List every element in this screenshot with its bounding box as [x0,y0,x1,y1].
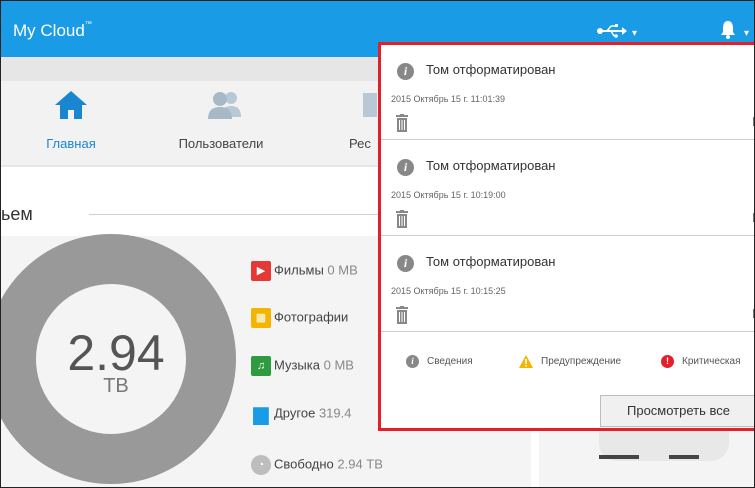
app-logo[interactable]: My Cloud™ [13,21,92,41]
view-all-button[interactable]: Просмотреть все [600,395,754,427]
music-icon: ♫ [251,356,271,376]
notification-item[interactable]: i Том отформатирован 2015 Октябрь 15 г. … [381,237,754,332]
legend-other[interactable]: ▆ Другое 319.4 [251,404,351,426]
photo-icon: ▩ [251,308,271,328]
notification-title: Том отформатирован [426,254,556,269]
nav-label-backups: Рес [349,136,371,151]
storage-capacity-unit: TB [103,375,129,397]
legend-critical-label: Критическая [682,356,741,368]
notification-date: 2015 Октябрь 15 г. 10:15:25 [391,286,506,296]
warning-icon [519,355,533,368]
legend-movies[interactable]: ▶ Фильмы 0 MB [251,261,358,283]
legend-other-value: 319.4 [318,405,352,421]
legend-info-label: Сведения [427,356,473,368]
legend-critical: ! Критическая [661,355,740,368]
trash-icon[interactable] [396,210,408,228]
nav-item-home[interactable]: Главная [26,81,116,165]
usb-icon[interactable] [597,23,627,39]
nav-item-users[interactable]: Пользователи [161,81,281,165]
trademark: ™ [84,21,92,28]
device-image [599,431,729,461]
legend-movies-label: Фильмы [274,262,324,278]
section-title: ьем [1,204,33,224]
notification-title: Том отформатирован [426,158,556,173]
backups-icon [363,93,377,117]
home-icon [55,91,87,119]
notifications-popup: i Том отформатирован 2015 Октябрь 15 г. … [378,42,754,431]
storage-capacity-value: 2.94 [67,325,165,381]
device-stripe [669,455,699,459]
app-window: My Cloud™ ▾ ▾ Главная Пользователи Рес ь… [0,0,755,488]
section-divider [89,214,379,215]
severity-legend: i Сведения Предупреждение ! Критическая [381,341,754,381]
free-space-icon: ◔ [251,455,271,475]
trash-icon[interactable] [396,114,408,132]
legend-info: i Сведения [406,355,473,368]
legend-warning-label: Предупреждение [541,356,622,368]
film-icon: ▶ [251,261,271,281]
info-icon: i [397,255,414,272]
info-icon: i [397,63,414,80]
legend-music[interactable]: ♫ Музыка 0 MB [251,356,354,378]
nav-label-users: Пользователи [178,136,264,151]
legend-photos[interactable]: ▩ Фотографии [251,308,348,330]
users-icon [208,92,241,119]
legend-free[interactable]: ◔ Свободно 2.94 TB [251,455,383,477]
info-icon: i [397,159,414,176]
app-title: My Cloud [13,21,85,40]
notification-item[interactable]: i Том отформатирован 2015 Октябрь 15 г. … [381,45,754,140]
legend-warning: Предупреждение [519,355,621,368]
legend-free-label: Свободно [274,456,334,472]
notification-date: 2015 Октябрь 15 г. 10:19:00 [391,190,506,200]
bell-icon[interactable] [719,20,737,40]
usb-dropdown-chevron-icon[interactable]: ▾ [632,28,637,39]
bell-dropdown-chevron-icon[interactable]: ▾ [744,28,749,39]
notification-date: 2015 Октябрь 15 г. 11:01:39 [391,94,505,104]
legend-free-value: 2.94 TB [337,456,383,472]
notification-title: Том отформатирован [426,62,556,77]
device-stripe [599,455,639,459]
legend-music-value: 0 MB [323,357,354,373]
legend-other-label: Другое [274,405,316,421]
legend-music-label: Музыка [274,357,320,373]
nav-label-home: Главная [46,136,96,151]
legend-movies-value: 0 MB [327,262,358,278]
notification-item[interactable]: i Том отформатирован 2015 Октябрь 15 г. … [381,141,754,236]
critical-icon: ! [661,355,674,368]
document-icon: ▆ [253,403,269,425]
info-icon: i [406,355,419,368]
trash-icon[interactable] [396,306,408,324]
legend-photos-label: Фотографии [274,309,349,325]
nav-item-backups[interactable]: Рес [341,81,381,165]
